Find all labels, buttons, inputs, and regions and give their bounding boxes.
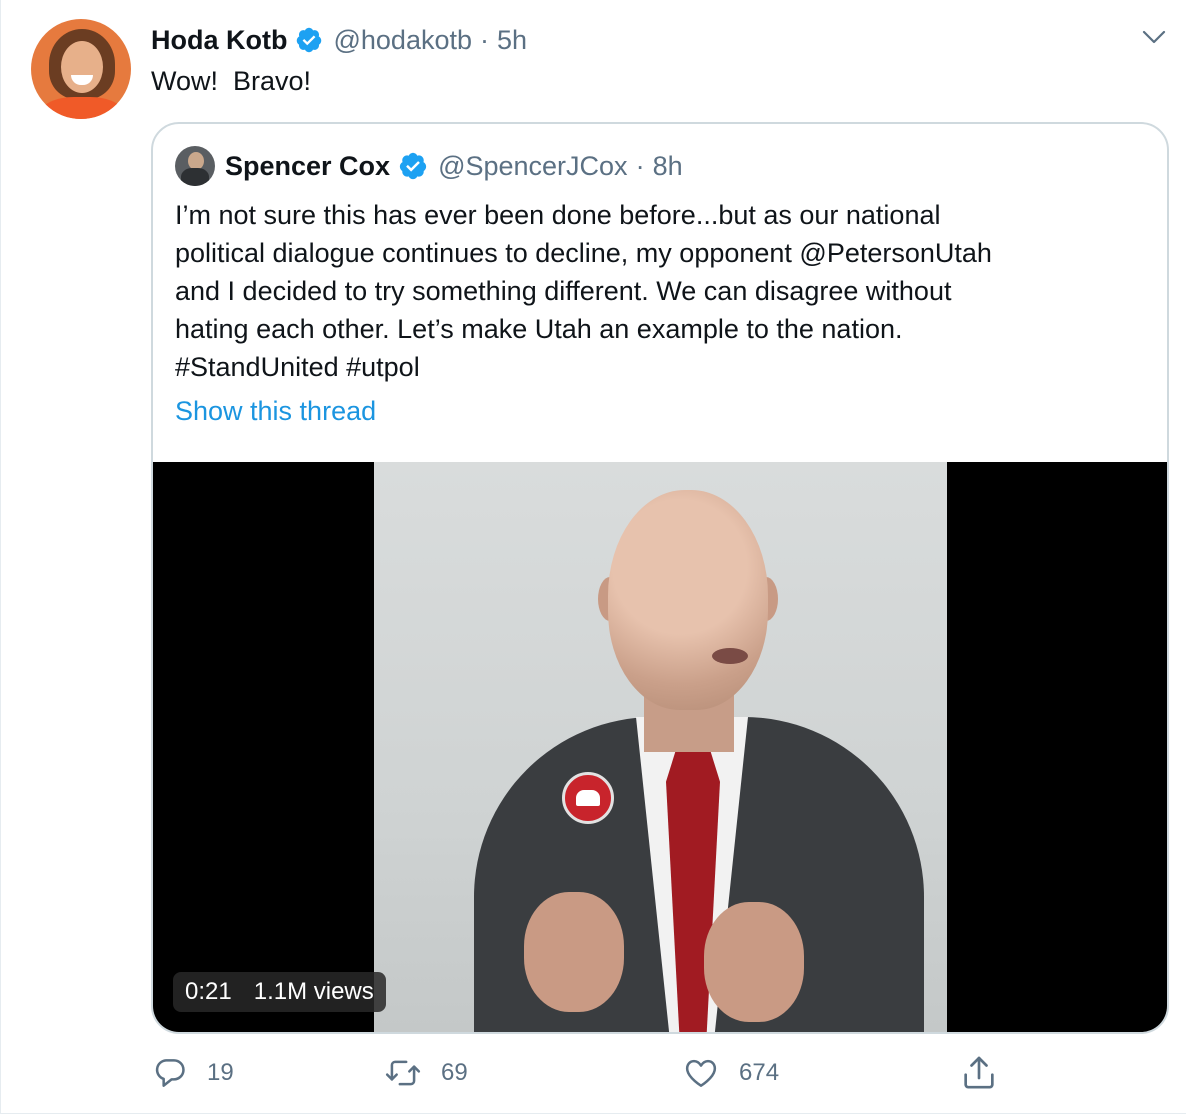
reply-count: 19	[207, 1059, 234, 1086]
quoted-text-line: hating each other. Let’s make Utah an ex…	[175, 314, 903, 344]
video-player[interactable]: 0:21 1.1M views	[153, 462, 1167, 1032]
verified-badge-icon	[297, 27, 322, 53]
separator-dot: ·	[635, 150, 645, 181]
video-info-badge: 0:21 1.1M views	[173, 972, 386, 1012]
video-views: 1.1M views	[253, 978, 374, 1005]
separator-dot: ·	[480, 24, 489, 55]
tweet-time[interactable]: 5h	[497, 25, 527, 56]
author-handle[interactable]: @hodakotb	[333, 25, 472, 56]
like-button[interactable]: 674	[681, 1050, 779, 1096]
tweet[interactable]: Hoda Kotb @hodakotb · 5h Wow! Bravo! Spe…	[0, 0, 1186, 1114]
retweet-icon	[385, 1060, 421, 1086]
author-name[interactable]: Hoda Kotb	[151, 25, 287, 56]
quoted-tweet-time[interactable]: 8h	[653, 151, 683, 182]
quoted-text-line: and I decided to try something different…	[175, 276, 952, 306]
retweet-button[interactable]: 69	[383, 1050, 468, 1096]
quoted-tweet-header: Spencer Cox @SpencerJCox · 8h	[225, 148, 683, 184]
elephant-pin-icon	[562, 772, 614, 824]
video-duration: 0:21	[185, 978, 232, 1005]
retweet-count: 69	[441, 1059, 468, 1086]
quoted-tweet-text: I’m not sure this has ever been done bef…	[175, 196, 1135, 386]
quoted-text-line: #StandUnited #utpol	[175, 352, 420, 382]
quoted-author-handle[interactable]: @SpencerJCox	[438, 151, 628, 182]
chevron-down-icon[interactable]	[1141, 27, 1167, 47]
author-avatar[interactable]	[31, 19, 131, 119]
quoted-author-avatar[interactable]	[175, 146, 215, 186]
tweet-text: Wow! Bravo!	[151, 66, 312, 96]
verified-badge-icon	[399, 152, 427, 180]
reply-icon	[155, 1059, 185, 1087]
quoted-text-line: political dialogue continues to decline,…	[175, 238, 992, 268]
tweet-header: Hoda Kotb @hodakotb · 5h	[151, 22, 527, 58]
like-count: 674	[739, 1059, 780, 1086]
reply-button[interactable]: 19	[151, 1050, 234, 1096]
share-icon	[964, 1056, 994, 1089]
heart-icon	[685, 1059, 717, 1087]
video-frame	[374, 462, 947, 1032]
quoted-text-line: I’m not sure this has ever been done bef…	[175, 200, 941, 230]
tweet-actions: 19 69 674	[151, 1050, 1169, 1096]
quoted-tweet[interactable]: Spencer Cox @SpencerJCox · 8h I’m not su…	[151, 122, 1169, 1034]
show-thread-link[interactable]: Show this thread	[175, 396, 376, 427]
quoted-author-name[interactable]: Spencer Cox	[225, 151, 390, 182]
share-button[interactable]	[959, 1050, 999, 1096]
